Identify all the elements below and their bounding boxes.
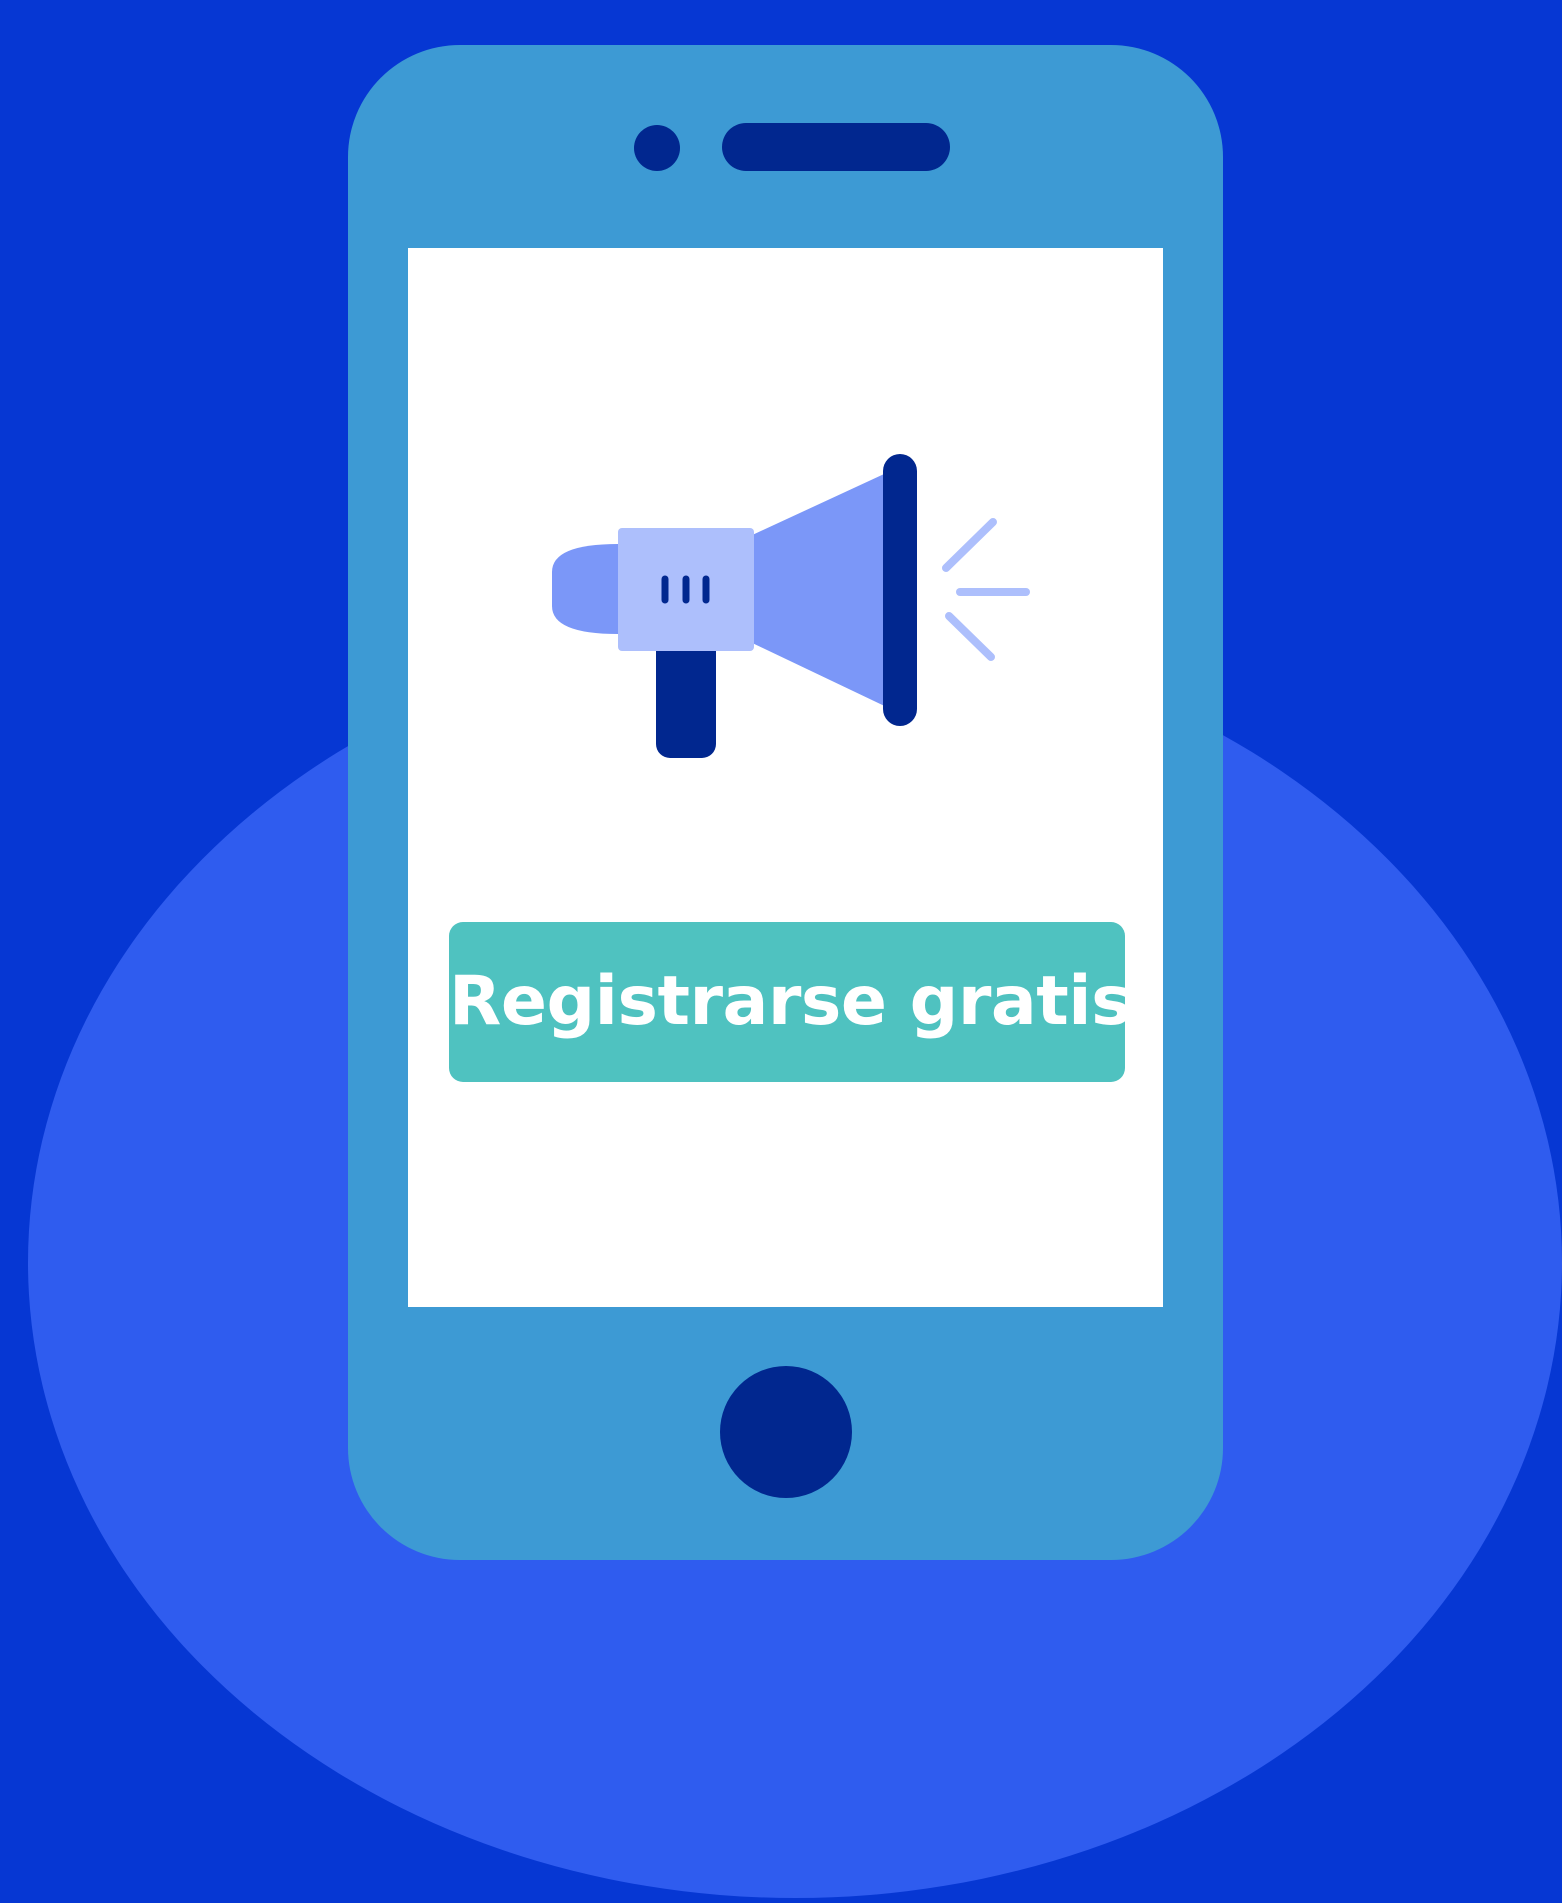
register-free-button[interactable]: Registrarse gratis <box>449 922 1132 1082</box>
phone-camera <box>634 125 680 171</box>
phone-screen <box>408 248 1163 1307</box>
phone-home-button <box>720 1366 852 1498</box>
phone-speaker <box>722 123 950 171</box>
megaphone-icon <box>552 454 1030 758</box>
